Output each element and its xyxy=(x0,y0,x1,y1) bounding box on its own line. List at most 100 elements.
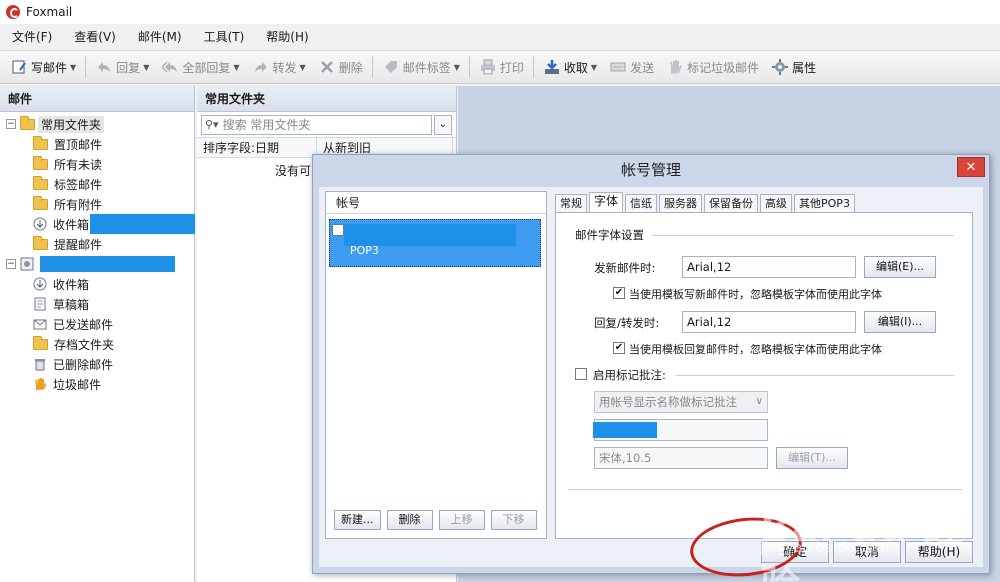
junk-hand-icon xyxy=(33,377,47,391)
account-list-header: 帐号 xyxy=(326,192,546,214)
settings-tabs: 常规 字体 信纸 服务器 保留备份 高级 其他POP3 xyxy=(555,192,857,212)
menu-help[interactable]: 帮助(H) xyxy=(260,27,314,47)
receive-label: 收取 xyxy=(563,60,588,75)
search-options-button[interactable]: ⌄ xyxy=(434,114,452,135)
edit-annotation-font-button[interactable]: 编辑(T)... xyxy=(776,447,848,469)
forward-button[interactable]: 转发 ▼ xyxy=(248,54,310,80)
mark-junk-button[interactable]: 标记垃圾邮件 xyxy=(662,54,763,80)
help-button[interactable]: 帮助(H) xyxy=(905,541,973,563)
menu-file[interactable]: 文件(F) xyxy=(6,27,58,47)
send-font-field[interactable]: Arial,12 xyxy=(682,256,856,278)
edit-reply-font-button[interactable]: 编辑(I)... xyxy=(864,311,936,333)
receive-button[interactable]: 收取 ▼ xyxy=(539,54,601,80)
chevron-down-icon[interactable]: ▼ xyxy=(143,63,149,72)
tree-item-label: 所有未读 xyxy=(54,157,103,172)
close-button[interactable]: ✕ xyxy=(957,157,985,177)
trash-icon xyxy=(33,357,47,371)
send-font-label: 发新邮件时: xyxy=(594,261,656,275)
compose-button[interactable]: 写邮件 ▼ xyxy=(6,54,80,80)
tree-row-reminder[interactable]: 提醒邮件 xyxy=(0,234,194,254)
tree-row-unread[interactable]: 所有未读 xyxy=(0,154,194,174)
tree-row-pinned[interactable]: 置顶邮件 xyxy=(0,134,194,154)
dialog-title-bar: 帐号管理 ✕ xyxy=(313,155,989,185)
tree-item-label: 草稿箱 xyxy=(53,297,90,312)
move-up-button[interactable]: 上移 xyxy=(438,510,485,530)
edit-send-font-button[interactable]: 编辑(E)... xyxy=(864,256,936,278)
tab-general[interactable]: 常规 xyxy=(555,194,587,212)
common-folder-label: 常用文件夹 xyxy=(38,115,105,133)
collapse-toggle[interactable]: − xyxy=(6,119,16,129)
sort-field[interactable]: 排序字段:日期 xyxy=(197,138,317,157)
tag-button[interactable]: 邮件标签 ▼ xyxy=(378,54,464,80)
chevron-down-icon[interactable]: ▼ xyxy=(591,63,597,72)
search-row: ⚲▾ 搜索 常用文件夹 ⌄ xyxy=(197,112,456,138)
properties-gear-icon xyxy=(771,58,789,76)
delete-button[interactable]: 删除 xyxy=(314,54,367,80)
account-list-item[interactable]: POP3 xyxy=(329,219,541,267)
menu-bar: 文件(F) 查看(V) 邮件(M) 工具(T) 帮助(H) xyxy=(0,26,1000,48)
folder-icon xyxy=(33,235,48,250)
tab-font[interactable]: 字体 xyxy=(589,192,624,212)
chevron-down-icon[interactable]: ▼ xyxy=(70,63,76,72)
tree-row-tagged[interactable]: 标签邮件 xyxy=(0,174,194,194)
new-account-button[interactable]: 新建... xyxy=(334,510,381,530)
menu-tools[interactable]: 工具(T) xyxy=(198,27,251,47)
tree-row-common[interactable]: − 常用文件夹 xyxy=(0,114,194,134)
tree-row-attachments[interactable]: 所有附件 xyxy=(0,194,194,214)
send-template-checkbox[interactable]: ✔ xyxy=(613,287,625,299)
tree-row-junk[interactable]: 垃圾邮件 xyxy=(0,374,194,394)
tree-item-label: 所有附件 xyxy=(54,197,103,212)
tree-row-account[interactable]: − xyxy=(0,254,194,274)
chevron-down-icon[interactable]: ▼ xyxy=(454,63,460,72)
annotation-mode-select[interactable]: 用帐号显示名称做标记批注 xyxy=(594,391,768,413)
folder-icon xyxy=(33,155,48,170)
delete-account-button[interactable]: 删除 xyxy=(386,510,433,530)
tree-row-drafts[interactable]: 草稿箱 xyxy=(0,294,194,314)
section-divider xyxy=(568,489,962,490)
properties-button[interactable]: 属性 xyxy=(767,54,820,80)
tab-stationery[interactable]: 信纸 xyxy=(625,194,658,212)
search-input[interactable]: ⚲▾ 搜索 常用文件夹 xyxy=(201,114,432,135)
tab-other-pop3[interactable]: 其他POP3 xyxy=(794,194,855,212)
tree-row-sent[interactable]: 已发送邮件 xyxy=(0,314,194,334)
reply-template-checkbox[interactable]: ✔ xyxy=(613,342,625,354)
tree-row-deleted[interactable]: 已删除邮件 xyxy=(0,354,194,374)
tree-row-inbox[interactable]: 收件箱 xyxy=(0,274,194,294)
toolbar-divider xyxy=(85,56,87,78)
cancel-button[interactable]: 取消 xyxy=(833,541,901,563)
menu-view[interactable]: 查看(V) xyxy=(68,27,122,47)
tab-backup[interactable]: 保留备份 xyxy=(704,194,759,212)
mail-list-header: 常用文件夹 xyxy=(197,86,456,112)
dialog-body: 帐号 POP3 新建... 删除 上移 下移 常规 字体 信纸 服务器 保留备份… xyxy=(319,187,983,567)
foxmail-logo-icon xyxy=(6,5,20,19)
enable-annotation-label: 启用标记批注: xyxy=(593,368,666,382)
account-icon xyxy=(20,257,34,271)
print-label: 打印 xyxy=(499,60,524,75)
tree-row-archive[interactable]: 存档文件夹 xyxy=(0,334,194,354)
tab-server[interactable]: 服务器 xyxy=(659,194,703,212)
chevron-down-icon[interactable]: ▼ xyxy=(233,63,239,72)
annotation-color-swatch xyxy=(593,422,657,438)
print-button[interactable]: 打印 xyxy=(475,54,528,80)
annotation-font-field[interactable]: 宋体,10.5 xyxy=(594,447,768,469)
tree-item-label: 标签邮件 xyxy=(54,177,103,192)
tab-advanced[interactable]: 高级 xyxy=(760,194,793,212)
chevron-down-icon[interactable]: ▼ xyxy=(300,63,306,72)
collapse-toggle[interactable]: − xyxy=(6,259,16,269)
reply-button[interactable]: 回复 ▼ xyxy=(91,54,153,80)
reply-font-field[interactable]: Arial,12 xyxy=(682,311,856,333)
ok-button[interactable]: 确定 xyxy=(761,541,829,563)
reply-label: 回复 xyxy=(116,60,141,75)
annotation-color-field[interactable] xyxy=(593,419,768,441)
tree-row-inbox-common[interactable]: 收件箱 xyxy=(0,214,195,234)
move-down-button[interactable]: 下移 xyxy=(490,510,537,530)
receive-download-icon xyxy=(543,58,561,76)
account-buttons: 新建... 删除 上移 下移 xyxy=(334,510,537,530)
toolbar-divider xyxy=(371,56,373,78)
enable-annotation-checkbox[interactable] xyxy=(575,368,587,380)
send-button[interactable]: 发送 xyxy=(605,54,658,80)
reply-template-label: 当使用模板回复邮件时，忽略模板字体而使用此字体 xyxy=(629,343,882,356)
reply-all-button[interactable]: 全部回复 ▼ xyxy=(157,54,243,80)
menu-mail[interactable]: 邮件(M) xyxy=(132,27,188,47)
account-list-panel: 帐号 POP3 新建... 删除 上移 下移 xyxy=(325,191,547,539)
